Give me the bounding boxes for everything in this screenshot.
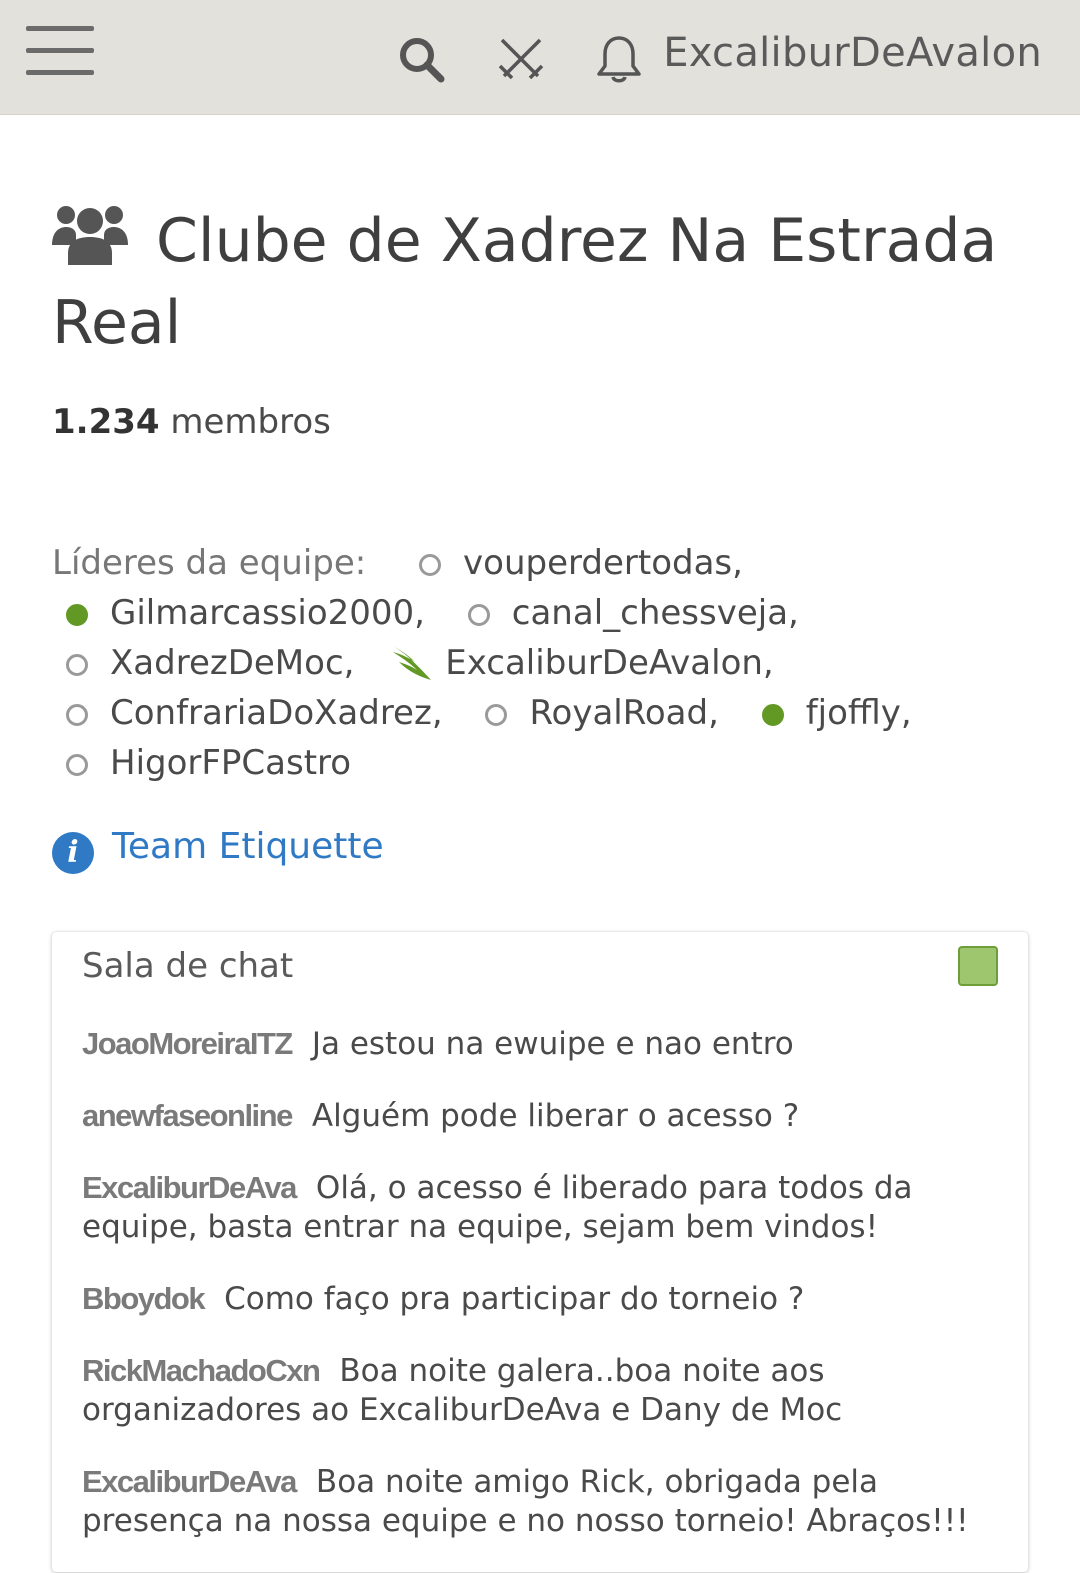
patron-wing-icon [387, 640, 433, 682]
offline-status-icon [66, 704, 88, 726]
offline-status-icon [66, 654, 88, 676]
leader-link[interactable]: XadrezDeMoc, [52, 643, 354, 683]
leader-name: RoyalRoad, [529, 693, 719, 733]
team-leaders: Líderes da equipe: vouperdertodas, Gilma… [52, 538, 1042, 788]
chat-message: anewfaseonline Alguém pode liberar o aces… [82, 1096, 1002, 1136]
leader-link[interactable]: Gilmarcassio2000, [52, 593, 425, 633]
team-header: Clube de Xadrez Na Estrada Real [52, 200, 1032, 364]
bell-icon[interactable] [594, 34, 644, 84]
chat-username[interactable]: ExcaliburDeAva [82, 1464, 297, 1499]
chat-text: Como faço pra participar do torneio ? [224, 1281, 805, 1317]
leader-name: fjoffly, [805, 693, 912, 733]
online-status-icon [761, 704, 784, 726]
chat-text: Alguém pode liberar o acesso ? [311, 1098, 800, 1134]
team-etiquette-label: Team Etiquette [112, 826, 384, 867]
leader-link[interactable]: ConfrariaDoXadrez, [52, 693, 443, 733]
chat-message: ExcaliburDeAva Boa noite amigo Rick, obri… [82, 1462, 1002, 1541]
team-etiquette-link[interactable]: i Team Etiquette [52, 826, 384, 874]
members-count: 1.234 membros [52, 402, 331, 442]
group-icon [52, 201, 128, 267]
leader-name: XadrezDeMoc, [110, 643, 355, 683]
offline-status-icon [419, 554, 442, 576]
page-title: Clube de Xadrez Na Estrada Real [52, 200, 1032, 364]
info-icon: i [52, 832, 94, 874]
chat-message: RickMachadoCxn Boa noite galera..boa noit… [82, 1351, 1002, 1430]
leader-name: vouperdertodas, [463, 543, 743, 583]
team-name: Clube de Xadrez Na Estrada Real [52, 206, 998, 358]
chat-message: JoaoMoreiraITZ Ja estou na ewuipe e nao e… [82, 1024, 1002, 1064]
chat-username[interactable]: JoaoMoreiraITZ [82, 1026, 293, 1061]
hamburger-menu-icon[interactable] [26, 26, 96, 80]
crossed-swords-icon[interactable] [496, 34, 546, 84]
chat-toggle-checkbox[interactable] [958, 946, 998, 986]
chat-username[interactable]: anewfaseonline [82, 1098, 293, 1133]
top-bar: ExcaliburDeAvalon [0, 0, 1080, 115]
search-icon[interactable] [396, 34, 446, 84]
chat-username[interactable]: Bboydok [82, 1281, 206, 1316]
offline-status-icon [467, 604, 490, 626]
leader-name: Gilmarcassio2000, [110, 593, 425, 633]
leader-link[interactable]: RoyalRoad, [471, 693, 719, 733]
chat-message: Bboydok Como faço pra participar do torne… [82, 1279, 1002, 1319]
offline-status-icon [66, 754, 88, 776]
leader-name: ConfrariaDoXadrez, [110, 693, 443, 733]
leader-link[interactable]: ExcaliburDeAvalon, [383, 640, 774, 683]
online-status-icon [66, 604, 88, 626]
chat-username[interactable]: ExcaliburDeAva [82, 1170, 297, 1205]
chat-room: Sala de chat JoaoMoreiraITZ Ja estou na e… [52, 932, 1028, 1572]
leader-link[interactable]: fjoffly, [748, 693, 912, 733]
user-menu-button[interactable]: ExcaliburDeAvalon [663, 30, 1042, 76]
chat-text: Ja estou na ewuipe e nao entro [311, 1026, 794, 1062]
leader-name: HigorFPCastro [110, 743, 352, 783]
chat-messages: JoaoMoreiraITZ Ja estou na ewuipe e nao e… [82, 1024, 1002, 1573]
leader-name: ExcaliburDeAvalon, [445, 643, 774, 683]
leader-link[interactable]: vouperdertodas, [405, 543, 743, 583]
members-number: 1.234 [52, 402, 160, 442]
leader-name: canal_chessveja, [511, 593, 799, 633]
leaders-label: Líderes da equipe: [52, 543, 367, 583]
offline-status-icon [485, 704, 508, 726]
chat-username[interactable]: RickMachadoCxn [82, 1353, 321, 1388]
members-label: membros [159, 402, 331, 442]
leader-link[interactable]: canal_chessveja, [454, 593, 799, 633]
chat-message: ExcaliburDeAva Olá, o acesso é liberado p… [82, 1168, 1002, 1247]
leader-link[interactable]: HigorFPCastro [52, 743, 351, 783]
chat-title: Sala de chat [82, 946, 294, 986]
